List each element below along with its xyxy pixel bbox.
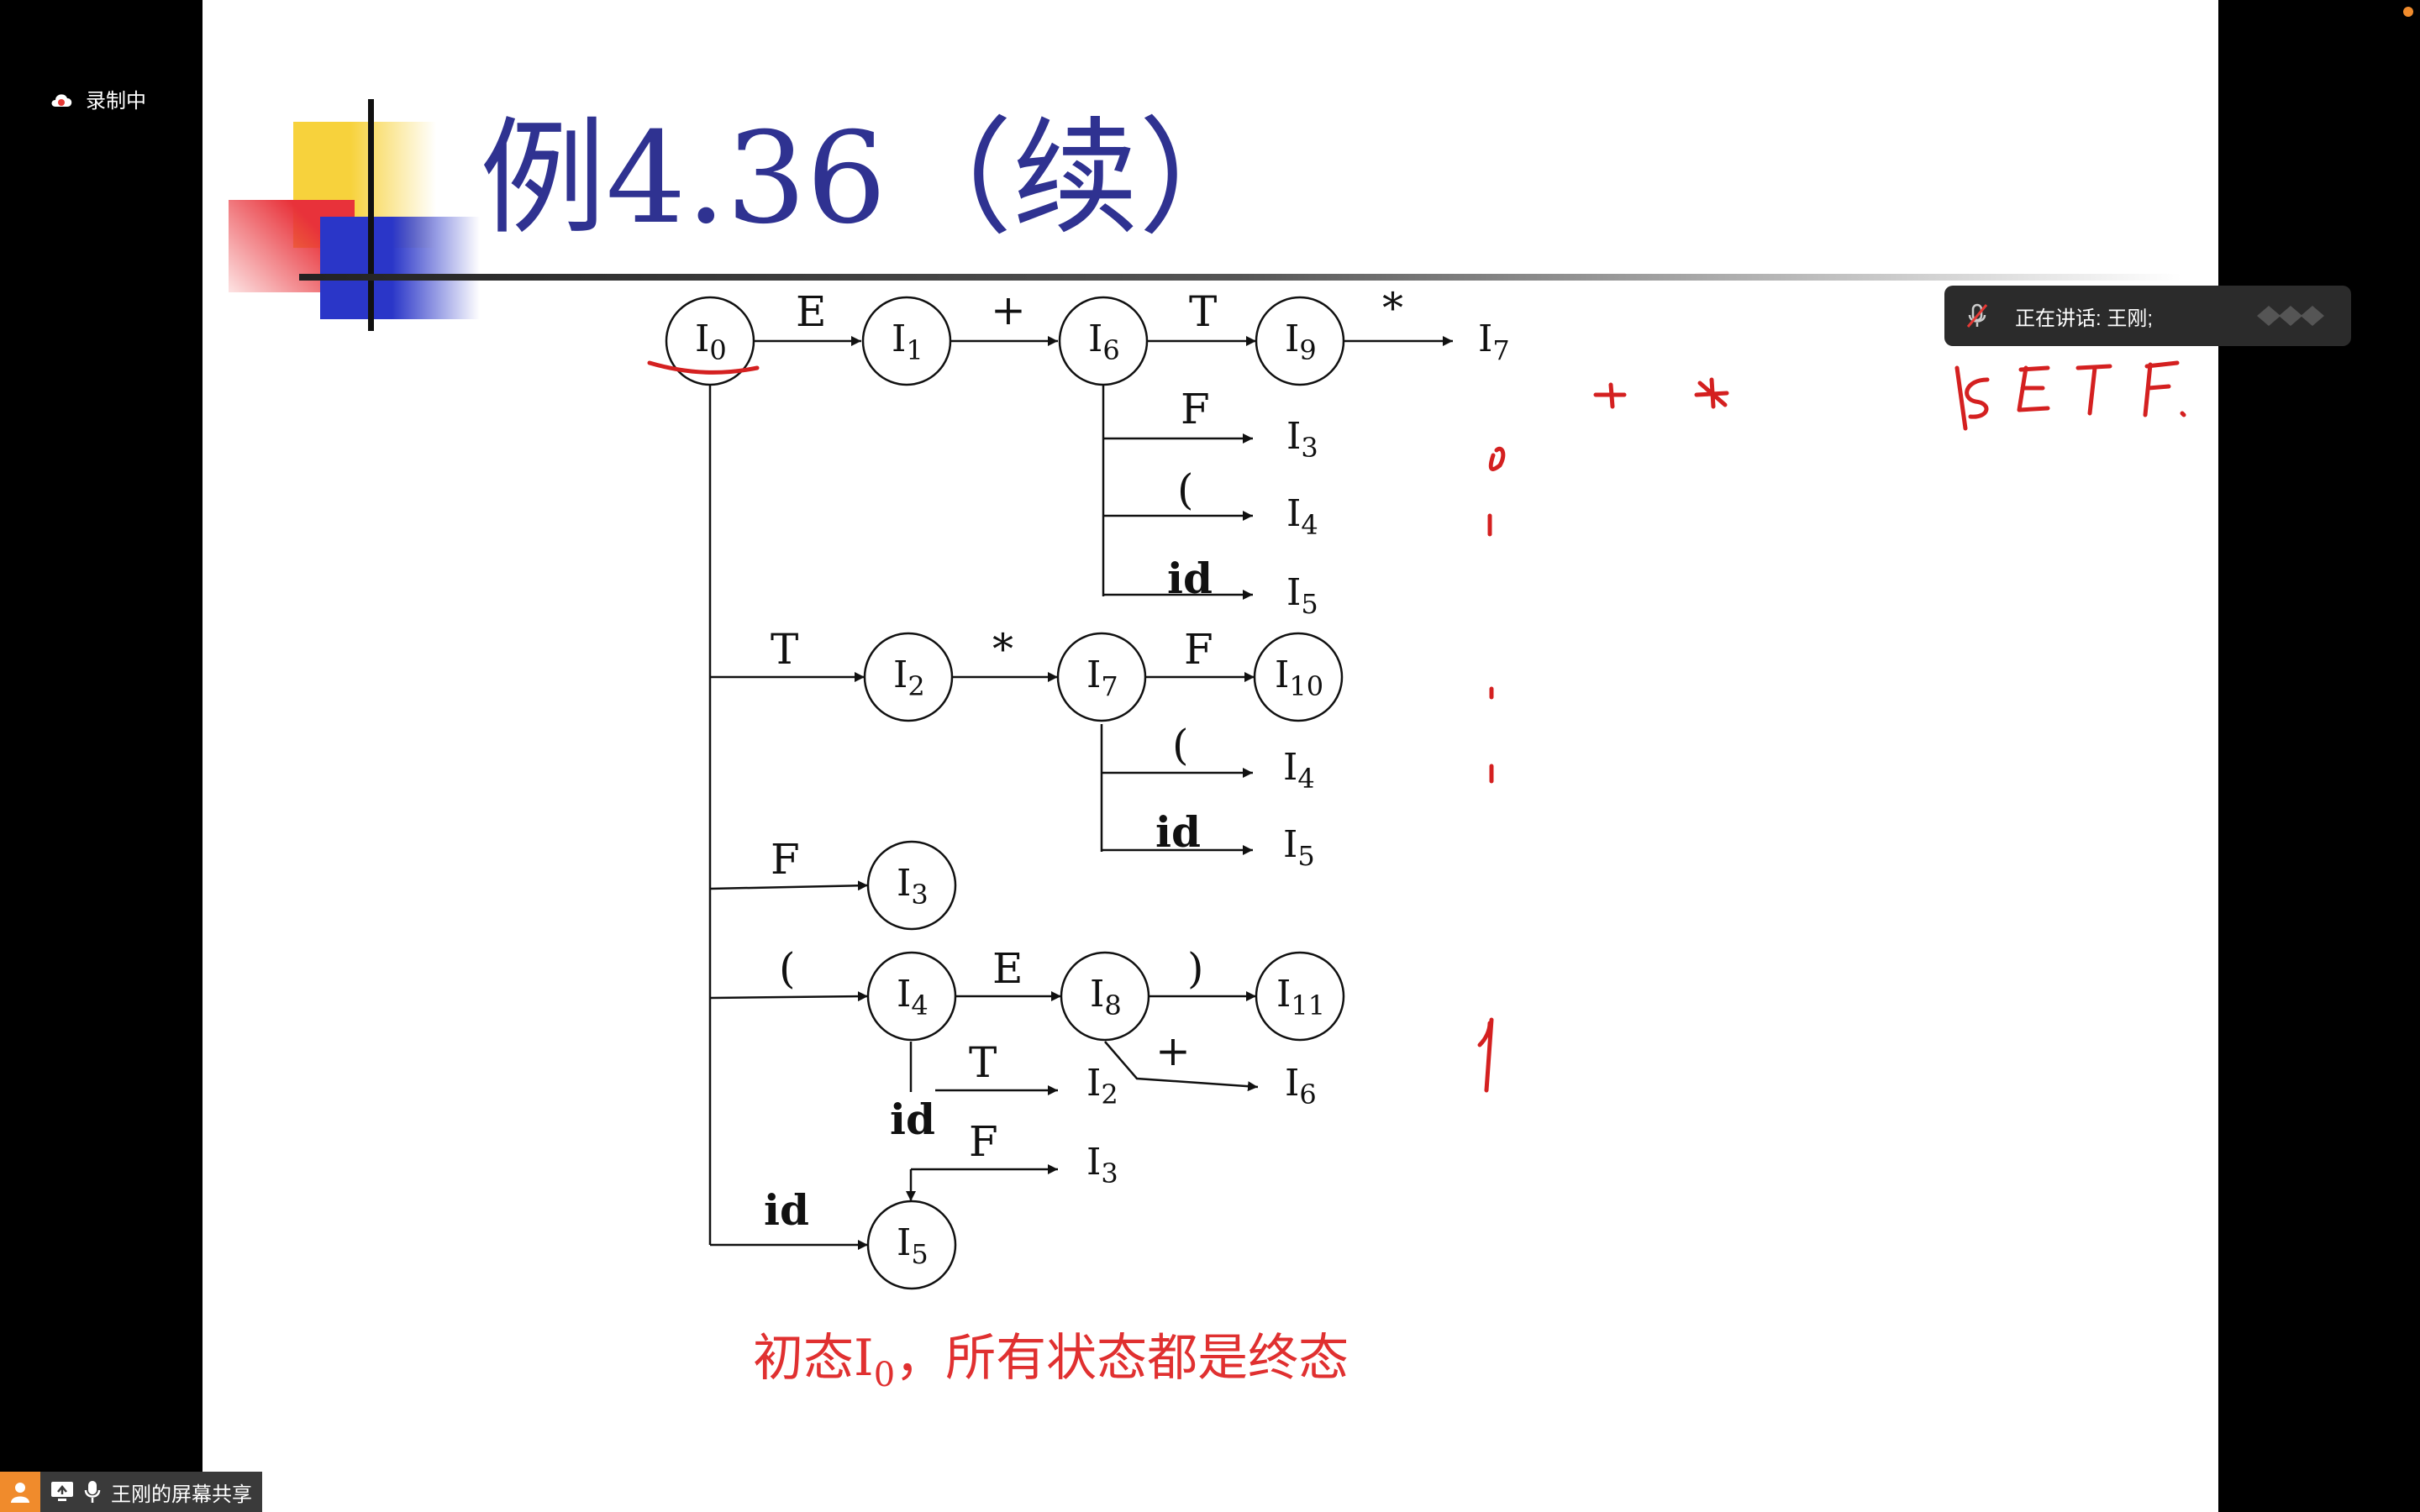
target-label: I4 xyxy=(1286,492,1318,541)
edge-label: id xyxy=(764,1185,809,1235)
edge-label: * xyxy=(992,625,1013,674)
user-icon xyxy=(11,1483,29,1503)
target-label: I5 xyxy=(1283,823,1315,872)
edge-label: F xyxy=(1181,385,1210,433)
edge-label: T xyxy=(771,625,798,674)
edge-label: id xyxy=(1155,807,1201,857)
edge-label: T xyxy=(1189,287,1217,336)
edge-label: id xyxy=(890,1095,935,1144)
recording-indicator[interactable]: 录制中 xyxy=(49,84,146,113)
edge-label: F xyxy=(771,835,800,884)
edge-label: F xyxy=(969,1117,998,1166)
target-label: I2 xyxy=(1086,1062,1118,1110)
edge-label: E xyxy=(796,287,827,336)
edge-label: F xyxy=(1184,625,1213,674)
speaking-text: 正在讲话: 王刚; xyxy=(2015,307,2154,330)
screen-share-bar[interactable]: 王刚的屏幕共享 xyxy=(0,1472,262,1512)
edge xyxy=(709,991,869,1002)
speaking-indicator: 正在讲话: 王刚; xyxy=(1944,286,2351,346)
speaker-avatar-icon xyxy=(2257,306,2324,326)
mic-muted-icon xyxy=(1966,303,1988,328)
edge-label: ( xyxy=(779,944,796,993)
target-label: I3 xyxy=(1086,1141,1118,1189)
target-label: I4 xyxy=(1283,746,1315,795)
recording-label: 录制中 xyxy=(86,90,146,113)
status-dot xyxy=(2403,7,2413,17)
screen-share-icon xyxy=(51,1482,73,1501)
edge-label: ( xyxy=(1172,721,1189,769)
participant-button[interactable] xyxy=(0,1472,40,1512)
edge-label: * xyxy=(1382,284,1403,333)
edge-label: ( xyxy=(1177,465,1194,514)
target-label: I3 xyxy=(1286,415,1318,464)
edge-label: T xyxy=(969,1038,997,1087)
share-label: 王刚的屏幕共享 xyxy=(111,1483,252,1506)
target-label: I6 xyxy=(1285,1062,1317,1110)
slide-caption: 初态I0，所有状态都是终态 xyxy=(753,1329,1349,1394)
mic-icon xyxy=(84,1481,101,1503)
edge-label: + xyxy=(991,286,1026,334)
target-label: I7 xyxy=(1478,318,1510,366)
edge-label: + xyxy=(1155,1026,1191,1075)
share-info[interactable]: 王刚的屏幕共享 xyxy=(40,1472,262,1512)
target-label: I5 xyxy=(1286,571,1318,620)
lr-automaton-diagram: I0 I1 I6 I9 I2 I7 I10 I3 I4 I8 I11 I5 I7… xyxy=(647,284,2186,1290)
edge-label: E xyxy=(992,944,1023,993)
edge-label: ) xyxy=(1187,944,1204,993)
slide: 例4.36（续） I0 I1 I6 I9 I2 I7 I10 I3 I4 I8 … xyxy=(203,0,2218,1512)
cloud-record-icon xyxy=(51,93,72,107)
edge xyxy=(709,880,869,891)
edge-label: id xyxy=(1167,554,1213,603)
